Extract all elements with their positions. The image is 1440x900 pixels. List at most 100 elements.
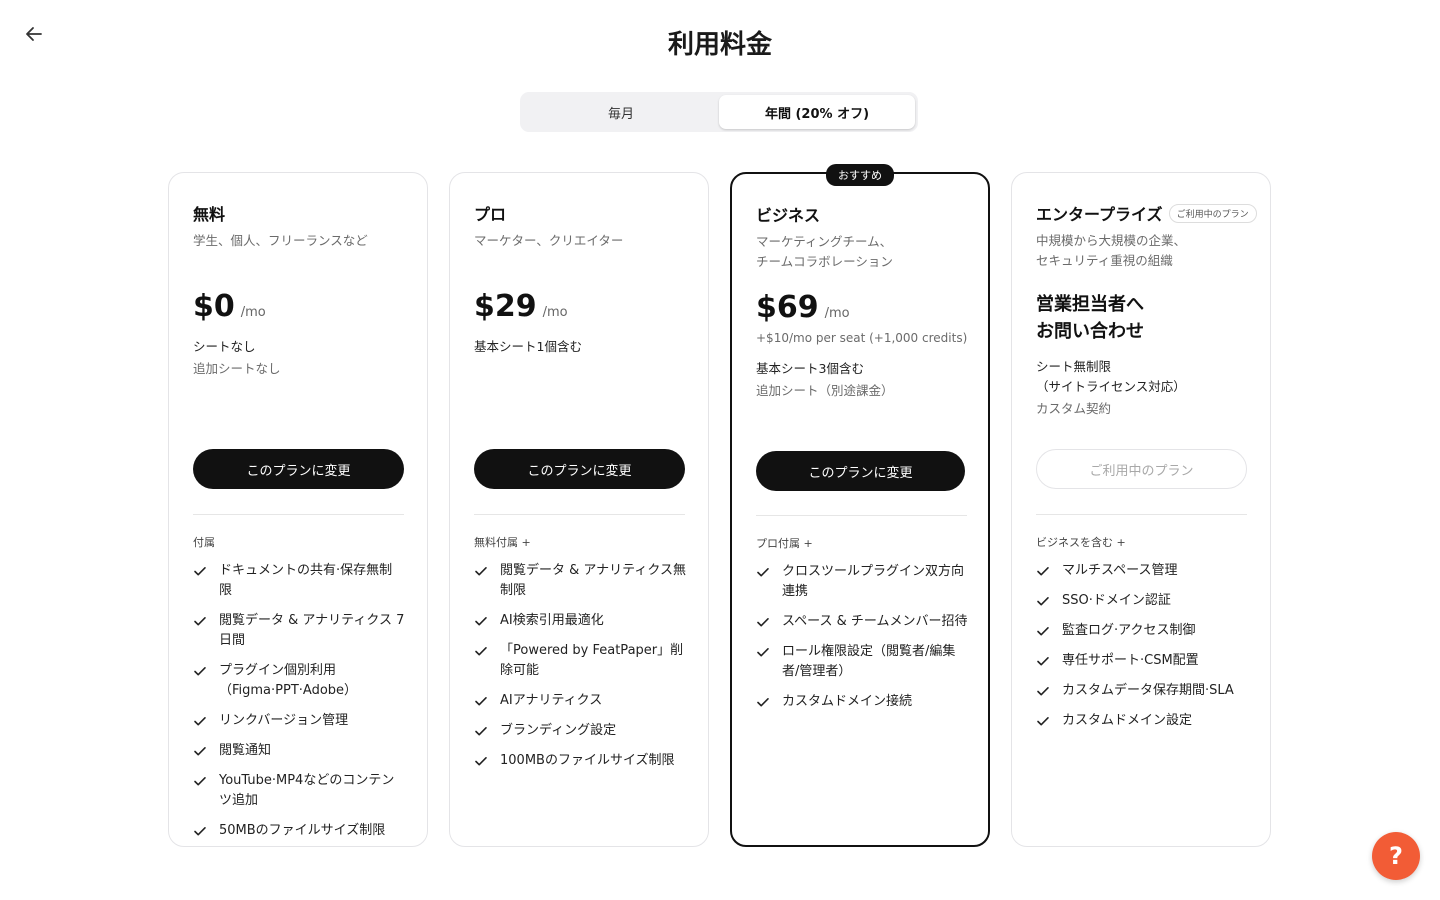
feature-text: ロール権限設定（閲覧者/編集者/管理者） — [782, 644, 956, 679]
feature-list: マルチスペース管理 SSO·ドメイン認証 監査ログ·アクセス制御 専任サポート·… — [1036, 561, 1248, 741]
billing-monthly-option[interactable]: 毎月 — [523, 95, 719, 129]
feature-item: プラグイン個別利用（Figma·PPT·Adobe） — [193, 661, 405, 701]
plan-name: 無料 — [193, 205, 226, 224]
feature-text: 監査ログ·アクセス制御 — [1062, 623, 1196, 638]
seat-info: シートなし — [193, 339, 256, 354]
check-icon — [757, 618, 769, 627]
plan-description: 中規模から大規模の企業、 セキュリティ重視の組織 — [1036, 231, 1248, 271]
feature-item: カスタムドメイン接続 — [756, 692, 968, 712]
price-period: /mo — [240, 305, 266, 320]
feature-text: カスタムドメイン設定 — [1062, 713, 1193, 728]
plan-description-line: チームコラボレーション — [756, 254, 893, 269]
feature-item: ドキュメントの共有·保存無制限 — [193, 561, 405, 601]
feature-item: スペース & チームメンバー招待 — [756, 612, 968, 632]
feature-item: 専任サポート·CSM配置 — [1036, 651, 1248, 671]
feature-text: 閲覧データ & アナリティクス 7日間 — [219, 613, 405, 648]
feature-text: 閲覧データ & アナリティクス無制限 — [500, 563, 686, 598]
check-icon — [194, 567, 206, 576]
price-row: $69 /mo — [756, 290, 850, 325]
feature-list: ドキュメントの共有·保存無制限 閲覧データ & アナリティクス 7日間 プラグイ… — [193, 561, 405, 851]
plan-description-line: セキュリティ重視の組織 — [1036, 253, 1173, 268]
feature-item: AI検索引用最適化 — [474, 611, 686, 631]
check-icon — [194, 747, 206, 756]
plan-description-line: 中規模から大規模の企業、 — [1036, 233, 1187, 248]
billing-annual-option[interactable]: 年間 (20% オフ) — [719, 95, 915, 129]
check-icon — [475, 567, 487, 576]
plan-name: プロ — [474, 205, 507, 224]
divider — [756, 515, 967, 516]
divider — [193, 514, 404, 515]
feature-item: AIアナリティクス — [474, 691, 686, 711]
check-icon — [757, 698, 769, 707]
feature-item: 監査ログ·アクセス制御 — [1036, 621, 1248, 641]
feature-item: リンクバージョン管理 — [193, 711, 405, 731]
check-icon — [1037, 717, 1049, 726]
change-plan-button[interactable]: このプランに変更 — [474, 449, 685, 489]
change-plan-button[interactable]: このプランに変更 — [193, 449, 404, 489]
seat-info: 基本シート1個含む — [474, 339, 582, 354]
feature-text: AI検索引用最適化 — [500, 613, 604, 628]
feature-text: 50MBのファイルサイズ制限 — [219, 823, 386, 838]
plan-description: マーケター、クリエイター — [474, 233, 624, 248]
feature-item: カスタムドメイン設定 — [1036, 711, 1248, 731]
contact-sales-text: 営業担当者へ お問い合わせ — [1036, 291, 1144, 345]
change-plan-button[interactable]: このプランに変更 — [756, 451, 965, 491]
feature-text: 閲覧通知 — [219, 743, 272, 758]
features-heading: プロ付属 + — [756, 537, 813, 550]
check-icon — [194, 667, 206, 676]
seat-info: シート無制限 — [1036, 359, 1112, 374]
price-period: /mo — [542, 305, 568, 320]
feature-item: クロスツールプラグイン双方向連携 — [756, 562, 968, 602]
feature-text: SSO·ドメイン認証 — [1062, 593, 1171, 608]
feature-item: 100MBのファイルサイズ制限 — [474, 751, 686, 771]
divider — [474, 514, 685, 515]
contact-sales-line: 営業担当者へ — [1036, 294, 1144, 315]
plan-name: エンタープライズ — [1036, 205, 1163, 224]
price-row: $0 /mo — [193, 289, 266, 324]
extra-seat-info: 追加シート（別途課金） — [756, 383, 894, 398]
feature-text: AIアナリティクス — [500, 693, 603, 708]
plan-price: $0 — [193, 289, 235, 324]
feature-text: 100MBのファイルサイズ制限 — [500, 753, 675, 768]
feature-item: SSO·ドメイン認証 — [1036, 591, 1248, 611]
check-icon — [475, 757, 487, 766]
features-heading: 付属 — [193, 536, 215, 549]
contract-info: カスタム契約 — [1036, 401, 1112, 416]
plan-card-free: 無料 学生、個人、フリーランスなど $0 /mo シートなし 追加シートなし こ… — [168, 172, 428, 847]
plan-description: 学生、個人、フリーランスなど — [193, 233, 368, 248]
billing-toggle: 毎月 年間 (20% オフ) — [520, 92, 918, 132]
check-icon — [475, 647, 487, 656]
divider — [1036, 514, 1247, 515]
seat-price-note: +$10/mo per seat (+1,000 credits) — [756, 331, 968, 345]
current-plan-button: ご利用中のプラン — [1036, 449, 1247, 489]
contact-sales-line: お問い合わせ — [1036, 321, 1144, 342]
plan-card-pro: プロ マーケター、クリエイター $29 /mo 基本シート1個含む このプランに… — [449, 172, 709, 847]
feature-text: 「Powered by FeatPaper」削除可能 — [500, 643, 684, 678]
check-icon — [1037, 657, 1049, 666]
feature-text: カスタムドメイン接続 — [782, 694, 913, 709]
feature-text: マルチスペース管理 — [1062, 563, 1178, 578]
site-license-info: （サイトライセンス対応） — [1036, 379, 1186, 394]
check-icon — [757, 648, 769, 657]
feature-text: ドキュメントの共有·保存無制限 — [219, 563, 393, 598]
feature-item: 閲覧データ & アナリティクス 7日間 — [193, 611, 405, 651]
check-icon — [194, 617, 206, 626]
plan-name-row: エンタープライズ ご利用中のプラン — [1036, 201, 1257, 225]
seat-info: 基本シート3個含む — [756, 361, 864, 376]
check-icon — [194, 717, 206, 726]
feature-text: プラグイン個別利用（Figma·PPT·Adobe） — [219, 663, 358, 698]
plan-name: ビジネス — [756, 206, 821, 225]
check-icon — [1037, 687, 1049, 696]
plan-price: $69 — [756, 290, 819, 325]
feature-text: YouTube·MP4などのコンテンツ追加 — [219, 773, 395, 808]
feature-item: YouTube·MP4などのコンテンツ追加 — [193, 771, 405, 811]
price-period: /mo — [824, 306, 850, 321]
check-icon — [194, 827, 206, 836]
help-button[interactable]: ? — [1372, 832, 1420, 880]
check-icon — [1037, 597, 1049, 606]
plan-description: マーケティングチーム、 チームコラボレーション — [756, 232, 968, 272]
feature-text: クロスツールプラグイン双方向連携 — [782, 564, 965, 599]
current-plan-tag: ご利用中のプラン — [1168, 203, 1257, 223]
feature-item: 閲覧データ & アナリティクス無制限 — [474, 561, 686, 601]
plan-card-enterprise: エンタープライズ ご利用中のプラン 中規模から大規模の企業、 セキュリティ重視の… — [1011, 172, 1271, 847]
